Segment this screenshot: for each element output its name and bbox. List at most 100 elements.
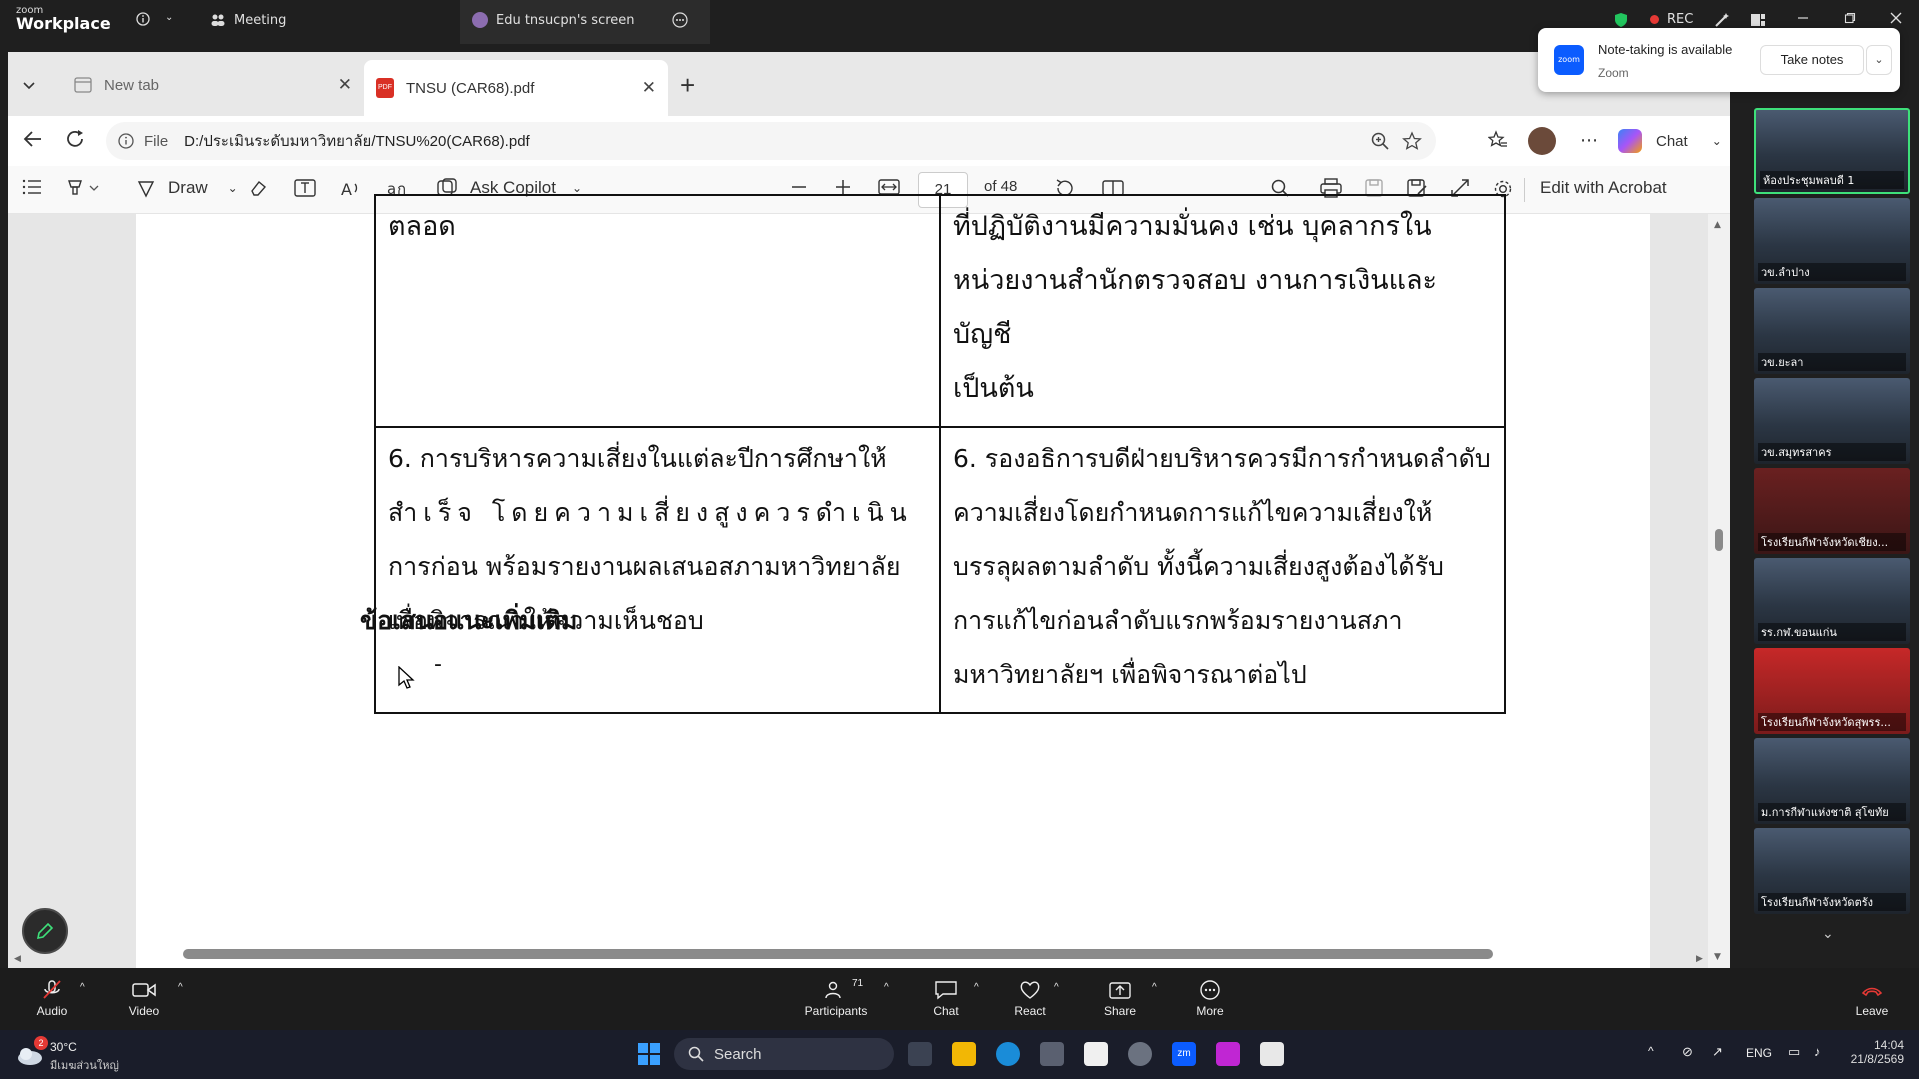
horizontal-scrollbar-thumb[interactable]: [183, 949, 1493, 959]
camera-app-icon[interactable]: [1040, 1042, 1064, 1066]
favorites-icon[interactable]: [1487, 130, 1508, 154]
edge-browser-icon[interactable]: [996, 1042, 1020, 1066]
minimize-icon[interactable]: [1797, 12, 1809, 24]
more-button[interactable]: More: [1170, 980, 1250, 1018]
share-button[interactable]: Share: [1080, 980, 1160, 1018]
eraser-icon[interactable]: [248, 178, 268, 198]
participant-name: โรงเรียนกีฬาจังหวัดสุพรร...: [1758, 713, 1906, 731]
highlight-icon[interactable]: [66, 178, 100, 198]
document-app-icon[interactable]: [1260, 1042, 1284, 1066]
chevron-down-icon[interactable]: ⌄: [165, 12, 173, 23]
meeting-menu[interactable]: Meeting: [210, 12, 286, 28]
video-tile[interactable]: วข.ลำปาง: [1754, 198, 1910, 284]
text-box-icon[interactable]: [294, 178, 316, 198]
weather-widget[interactable]: 2 30°C มีเมฆส่วนใหญ่: [16, 1036, 196, 1074]
copilot-chat-button[interactable]: Chat ⌄: [1618, 125, 1722, 157]
more-options-icon[interactable]: [672, 12, 688, 28]
display-icon[interactable]: ▭: [1788, 1044, 1800, 1060]
annotate-button[interactable]: [22, 908, 68, 954]
chevron-down-icon[interactable]: ⌄: [1822, 926, 1834, 942]
video-tile[interactable]: โรงเรียนกีฬาจังหวัดเชียง...: [1754, 468, 1910, 554]
url-field[interactable]: File D:/ประเมินระดับมหาวิทยาลัย/TNSU%20(…: [106, 122, 1436, 160]
participants-button[interactable]: Participants: [796, 980, 876, 1018]
recording-indicator[interactable]: REC: [1650, 12, 1693, 27]
participants-label: Participants: [804, 1004, 868, 1018]
close-icon[interactable]: [1890, 12, 1902, 24]
network-icon[interactable]: ⊘: [1682, 1044, 1693, 1060]
windows-start-icon[interactable]: [637, 1042, 661, 1071]
settings-app-icon[interactable]: [1128, 1042, 1152, 1066]
magic-wand-icon[interactable]: [1714, 12, 1730, 28]
file-explorer-icon[interactable]: [952, 1042, 976, 1066]
pdf-viewer[interactable]: ตลอด ที่ปฏิบัติงานมีความมั่นคง เช่น บุคล…: [8, 194, 1730, 968]
tab-pdf[interactable]: PDF TNSU (CAR68).pdf ✕: [364, 60, 668, 116]
notification-subtitle: Zoom: [1598, 66, 1629, 80]
scroll-right-icon[interactable]: ▶: [1696, 954, 1703, 964]
refresh-icon[interactable]: [64, 128, 86, 154]
close-tab-icon[interactable]: ✕: [338, 75, 352, 95]
video-tile[interactable]: โรงเรียนกีฬาจังหวัดสุพรร...: [1754, 648, 1910, 734]
snipping-tool-icon[interactable]: [1216, 1042, 1240, 1066]
video-tile[interactable]: รร.กฬ.ขอนแก่น: [1754, 558, 1910, 644]
edit-with-acrobat-button[interactable]: Edit with Acrobat: [1540, 178, 1667, 198]
more-menu-icon[interactable]: ⋯: [1580, 130, 1598, 151]
chat-label: Chat: [933, 1004, 959, 1018]
tab-list-chevron-icon[interactable]: [22, 60, 52, 110]
read-aloud-icon[interactable]: A: [340, 178, 362, 198]
video-button[interactable]: Video: [104, 980, 184, 1018]
language-indicator[interactable]: ENG: [1746, 1046, 1772, 1060]
vertical-scrollbar[interactable]: ▲ ▼: [1708, 214, 1730, 968]
note-taking-notification: zoom Note-taking is available Zoom Take …: [1538, 28, 1900, 92]
video-tile[interactable]: ห้องประชุมพลบดี 1: [1754, 108, 1910, 194]
task-view-icon[interactable]: [908, 1042, 932, 1066]
take-notes-button[interactable]: Take notes: [1760, 45, 1864, 75]
location-icon[interactable]: ↗: [1712, 1044, 1723, 1060]
scroll-down-icon[interactable]: ▼: [1714, 952, 1721, 962]
participants-icon: [825, 981, 841, 999]
scrollbar-thumb[interactable]: [1715, 529, 1723, 551]
layout-icon[interactable]: [1750, 12, 1766, 28]
camera-icon: [132, 983, 156, 997]
temperature: 30°C: [50, 1040, 77, 1054]
leave-button[interactable]: Leave: [1832, 980, 1912, 1018]
participant-name: รร.กฬ.ขอนแก่น: [1758, 623, 1906, 641]
star-icon[interactable]: [1402, 131, 1422, 155]
scroll-left-icon[interactable]: ◀: [14, 954, 21, 964]
participant-name: ห้องประชุมพลบดี 1: [1760, 171, 1904, 189]
zoom-app-icon[interactable]: zm: [1172, 1042, 1196, 1066]
shield-icon[interactable]: [1613, 12, 1629, 28]
caret-up-icon[interactable]: ^: [974, 982, 979, 993]
info-icon: [118, 133, 134, 149]
scroll-up-icon[interactable]: ▲: [1714, 220, 1721, 230]
table-cell: ที่ปฏิบัติงานมีความมั่นคง เช่น บุคลากรใน…: [939, 194, 1506, 428]
video-tile[interactable]: ม.การกีฬาแห่งชาติ สุโขทัย: [1754, 738, 1910, 824]
zoom-in-icon[interactable]: [1370, 131, 1390, 155]
close-tab-icon[interactable]: ✕: [642, 78, 656, 98]
clock[interactable]: 14:04 21/8/2569: [1850, 1038, 1904, 1066]
tab-new-tab[interactable]: New tab ✕: [64, 60, 364, 110]
caret-up-icon[interactable]: ^: [1152, 982, 1157, 993]
taskbar-search[interactable]: Search: [674, 1038, 894, 1070]
restore-icon[interactable]: [1844, 12, 1856, 24]
caret-up-icon[interactable]: ^: [80, 982, 85, 993]
chevron-down-icon[interactable]: ⌄: [1866, 45, 1892, 75]
profile-avatar[interactable]: [1528, 127, 1556, 155]
video-tile[interactable]: โรงเรียนกีฬาจังหวัดตรัง: [1754, 828, 1910, 914]
caret-up-icon[interactable]: ^: [884, 982, 889, 993]
back-arrow-icon[interactable]: [22, 128, 44, 154]
table-cell: 6. การบริหารความเสี่ยงในแต่ละปีการศึกษาใ…: [374, 426, 941, 714]
draw-tool[interactable]: Draw ⌄: [136, 178, 238, 198]
info-icon[interactable]: [136, 12, 150, 26]
new-tab-plus-icon[interactable]: +: [680, 60, 710, 110]
tray-overflow-icon[interactable]: ^: [1648, 1044, 1654, 1058]
volume-icon[interactable]: ♪: [1814, 1044, 1821, 1059]
date-text: 21/8/2569: [1850, 1052, 1904, 1066]
notepad-icon[interactable]: [1084, 1042, 1108, 1066]
video-tile[interactable]: วข.ยะลา: [1754, 288, 1910, 374]
shared-screen-tab[interactable]: Edu tnsucpn's screen: [460, 0, 710, 44]
video-tile[interactable]: วข.สมุทรสาคร: [1754, 378, 1910, 464]
caret-up-icon[interactable]: ^: [1054, 982, 1059, 993]
section-heading: ข้อเสนอแนะเพิ่มเติม: [360, 606, 578, 635]
caret-up-icon[interactable]: ^: [178, 982, 183, 993]
contents-icon[interactable]: [22, 178, 42, 196]
